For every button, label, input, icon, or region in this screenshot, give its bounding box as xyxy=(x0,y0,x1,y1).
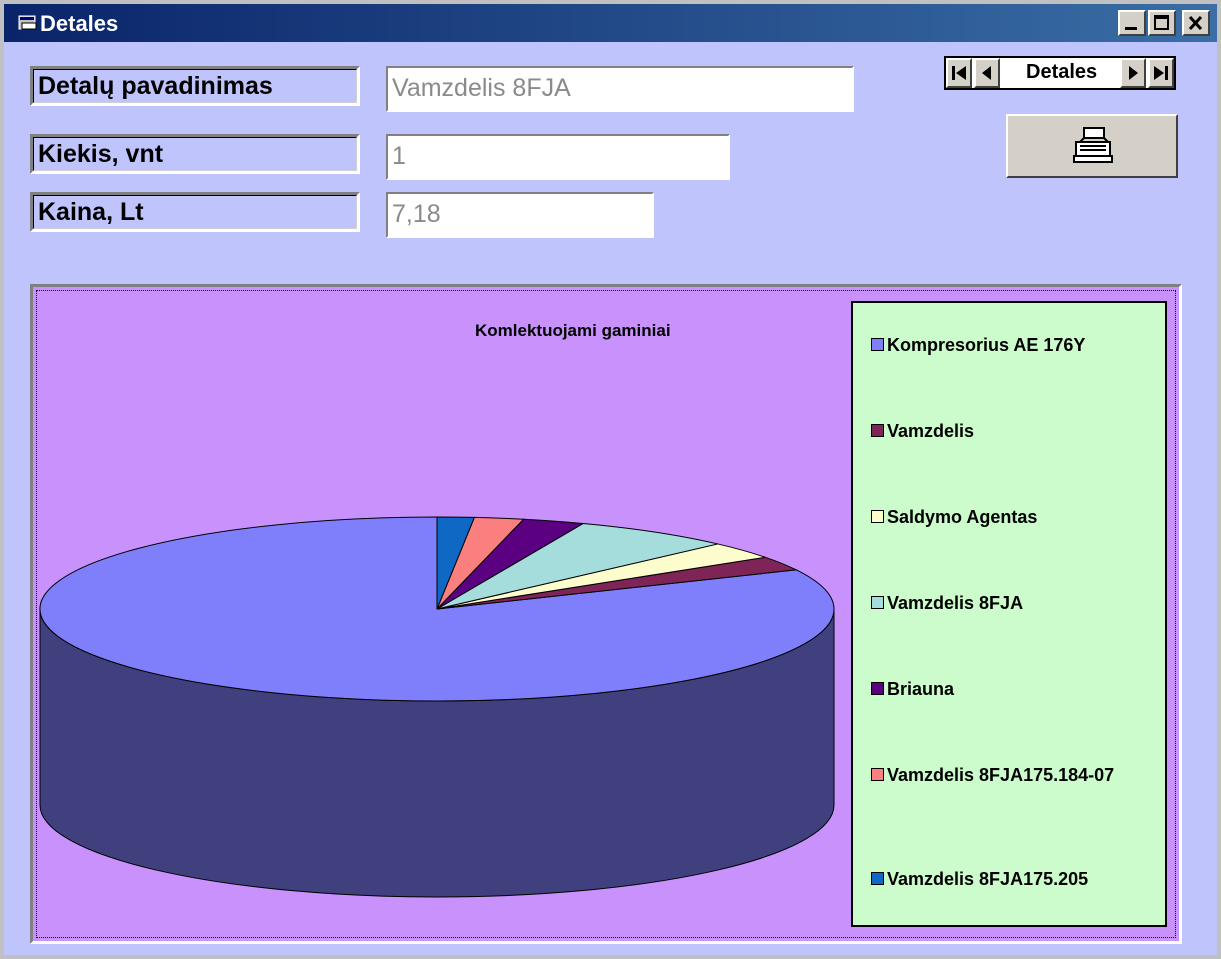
minimize-button[interactable] xyxy=(1118,10,1146,36)
legend-label: Briauna xyxy=(887,679,955,699)
chart-legend: Kompresorius AE 176Y Vamzdelis Saldymo Age… xyxy=(851,301,1167,927)
pie-chart xyxy=(39,516,835,898)
nav-next-button[interactable] xyxy=(1120,58,1146,88)
legend-label: Kompresorius AE 176Y xyxy=(887,335,1086,355)
nav-first-button[interactable] xyxy=(946,58,972,88)
quantity-field[interactable]: 1 xyxy=(386,134,730,180)
navigator-caption: Detales xyxy=(1026,61,1098,83)
legend-item: Saldymo Agentas xyxy=(871,505,1161,529)
legend-label: Saldymo Agentas xyxy=(887,507,1038,527)
previous-record-icon xyxy=(982,66,991,80)
app-window: Detales Detalų pavadinimas Vamzdelis 8FJ… xyxy=(0,0,1221,959)
field-label-quantity: Kiekis, vnt xyxy=(30,134,360,174)
legend-item: Briauna xyxy=(871,677,1161,701)
field-label-name: Detalų pavadinimas xyxy=(30,66,360,106)
print-button[interactable] xyxy=(1006,114,1178,178)
close-icon xyxy=(1188,15,1203,31)
legend-swatch xyxy=(871,338,884,351)
last-record-icon xyxy=(1154,66,1168,80)
legend-item: Kompresorius AE 176Y xyxy=(871,333,1161,357)
legend-swatch xyxy=(871,510,884,523)
legend-item: Vamzdelis xyxy=(871,419,1161,443)
close-button[interactable] xyxy=(1182,10,1210,36)
chart-panel: Komlektuojami gaminiai Kompresorius AE 1… xyxy=(30,284,1182,944)
legend-item: Vamzdelis 8FJA xyxy=(871,591,1161,615)
data-navigator: Detales xyxy=(944,56,1176,90)
legend-item: Vamzdelis 8FJA175.184-07 xyxy=(871,763,1161,787)
legend-label: Vamzdelis 8FJA175.184-07 xyxy=(887,765,1115,785)
nav-last-button[interactable] xyxy=(1148,58,1174,88)
legend-item: Vamzdelis 8FJA175.205 xyxy=(871,867,1161,891)
legend-swatch xyxy=(871,596,884,609)
legend-label: Vamzdelis 8FJA175.205 xyxy=(887,869,1089,889)
window-title: Detales xyxy=(40,11,119,36)
title-bar[interactable]: Detales xyxy=(4,4,1217,42)
form-icon xyxy=(18,15,37,30)
first-record-icon xyxy=(952,66,966,80)
minimize-icon xyxy=(1125,27,1137,30)
form-client-area: Detalų pavadinimas Vamzdelis 8FJA Kiekis… xyxy=(4,42,1217,955)
legend-swatch xyxy=(871,424,884,437)
legend-label: Vamzdelis 8FJA xyxy=(887,593,1024,613)
legend-swatch xyxy=(871,682,884,695)
maximize-button[interactable] xyxy=(1148,10,1176,36)
maximize-icon xyxy=(1154,15,1169,30)
legend-swatch xyxy=(871,768,884,781)
field-label-price: Kaina, Lt xyxy=(30,192,360,232)
name-field[interactable]: Vamzdelis 8FJA xyxy=(386,66,854,112)
chart-title: Komlektuojami gaminiai xyxy=(475,321,671,340)
nav-previous-button[interactable] xyxy=(974,58,1000,88)
price-field[interactable]: 7,18 xyxy=(386,192,654,238)
legend-label: Vamzdelis xyxy=(887,421,975,441)
next-record-icon xyxy=(1129,66,1138,80)
printer-icon xyxy=(1073,127,1113,163)
legend-swatch xyxy=(871,872,884,885)
